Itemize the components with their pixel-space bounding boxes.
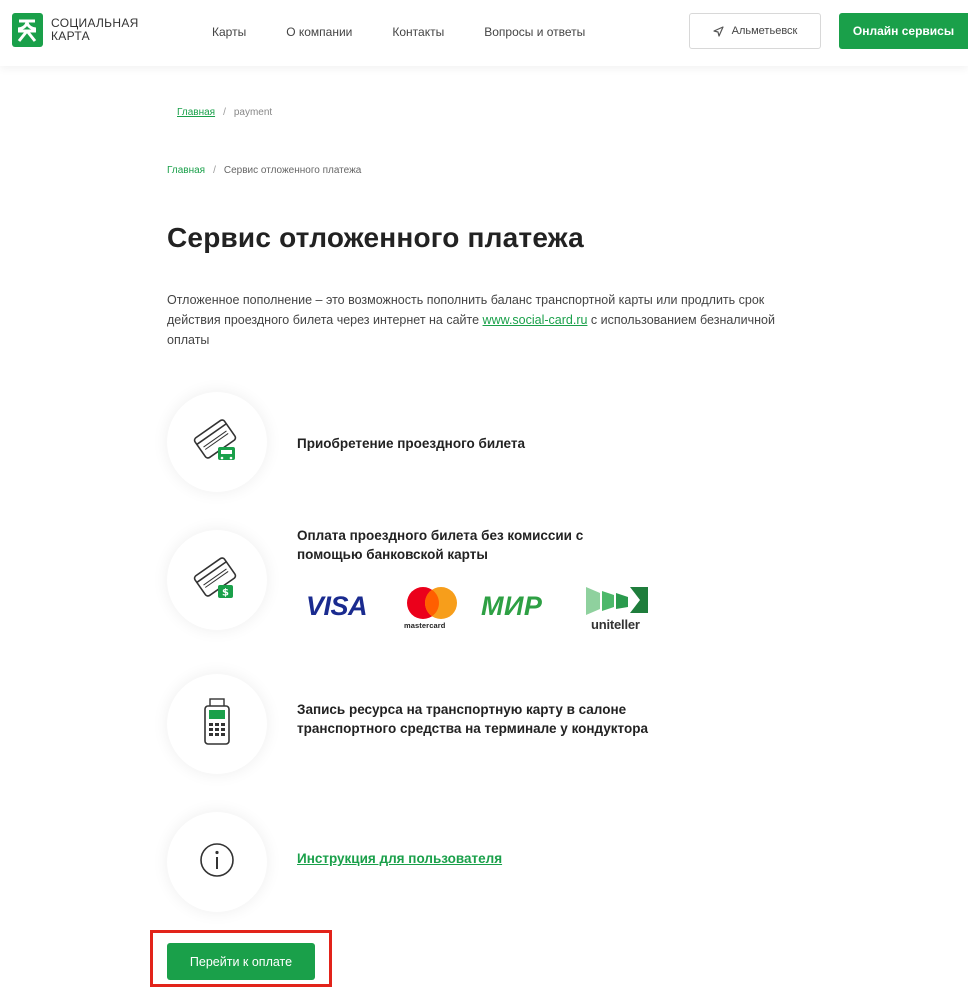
breadcrumb-home-link[interactable]: Главная [177, 107, 215, 118]
logo[interactable]: СОЦИАЛЬНАЯ КАРТА [12, 13, 139, 47]
nav-contacts[interactable]: Контакты [392, 25, 444, 39]
main-nav: Карты О компании Контакты Вопросы и отве… [212, 25, 625, 39]
logo-line2: КАРТА [51, 29, 90, 43]
nav-faq[interactable]: Вопросы и ответы [484, 25, 585, 39]
step-icon-circle [167, 812, 267, 912]
breadcrumb-current: Сервис отложенного платежа [223, 165, 362, 176]
step-payment-text: Оплата проездного билета без комиссии с … [297, 526, 583, 564]
breadcrumb: Главная / Сервис отложенного платежа [167, 165, 361, 176]
site-link[interactable]: www.social-card.ru [483, 313, 588, 327]
step-icon-circle [167, 674, 267, 774]
breadcrumb-current: payment [233, 107, 273, 118]
card-bus-icon [191, 417, 243, 468]
card-dollar-icon: $ [191, 555, 243, 606]
online-services-button[interactable]: Онлайн сервисы [839, 13, 968, 49]
step-payment-line1: Оплата проездного билета без комиссии с [297, 528, 584, 543]
user-instruction-link[interactable]: Инструкция для пользователя [297, 851, 502, 866]
pay-button[interactable]: Перейти к оплате [167, 943, 315, 980]
breadcrumb-separator: / [213, 165, 216, 176]
nav-cards[interactable]: Карты [212, 25, 246, 39]
location-arrow-icon [713, 25, 724, 37]
nav-about[interactable]: О компании [286, 25, 352, 39]
step-icon-circle [167, 392, 267, 492]
page-title: Сервис отложенного платежа [167, 222, 584, 253]
city-selector-button[interactable]: Альметьевск [689, 13, 821, 49]
step-terminal-line2: транспортного средства на терминале у ко… [297, 721, 648, 736]
payment-logos: VISA mastercard МИР uniteller [306, 583, 666, 633]
step-terminal-line1: Запись ресурса на транспортную карту в с… [297, 702, 627, 717]
breadcrumb-home-link[interactable]: Главная [167, 165, 205, 176]
breadcrumb-separator: / [223, 107, 226, 118]
mastercard-label: mastercard [404, 621, 446, 630]
city-label: Альметьевск [731, 25, 798, 37]
breadcrumb-top: Главная / payment [177, 107, 272, 118]
logo-icon [12, 13, 43, 47]
step-purchase-text: Приобретение проездного билета [297, 436, 526, 451]
visa-logo: VISA [306, 591, 368, 621]
uniteller-label: uniteller [591, 617, 640, 632]
site-header: СОЦИАЛЬНАЯ КАРТА Карты О компании Контак… [0, 0, 968, 66]
mir-logo: МИР [481, 591, 543, 621]
step-icon-circle: $ [167, 530, 267, 630]
terminal-icon [202, 697, 232, 751]
intro-paragraph: Отложенное пополнение – это возможность … [167, 290, 817, 350]
svg-text:$: $ [222, 587, 229, 598]
info-icon [199, 842, 235, 883]
logo-text: СОЦИАЛЬНАЯ КАРТА [51, 17, 139, 43]
step-terminal-text: Запись ресурса на транспортную карту в с… [297, 700, 648, 738]
step-payment-line2: помощью банковской карты [297, 547, 488, 562]
